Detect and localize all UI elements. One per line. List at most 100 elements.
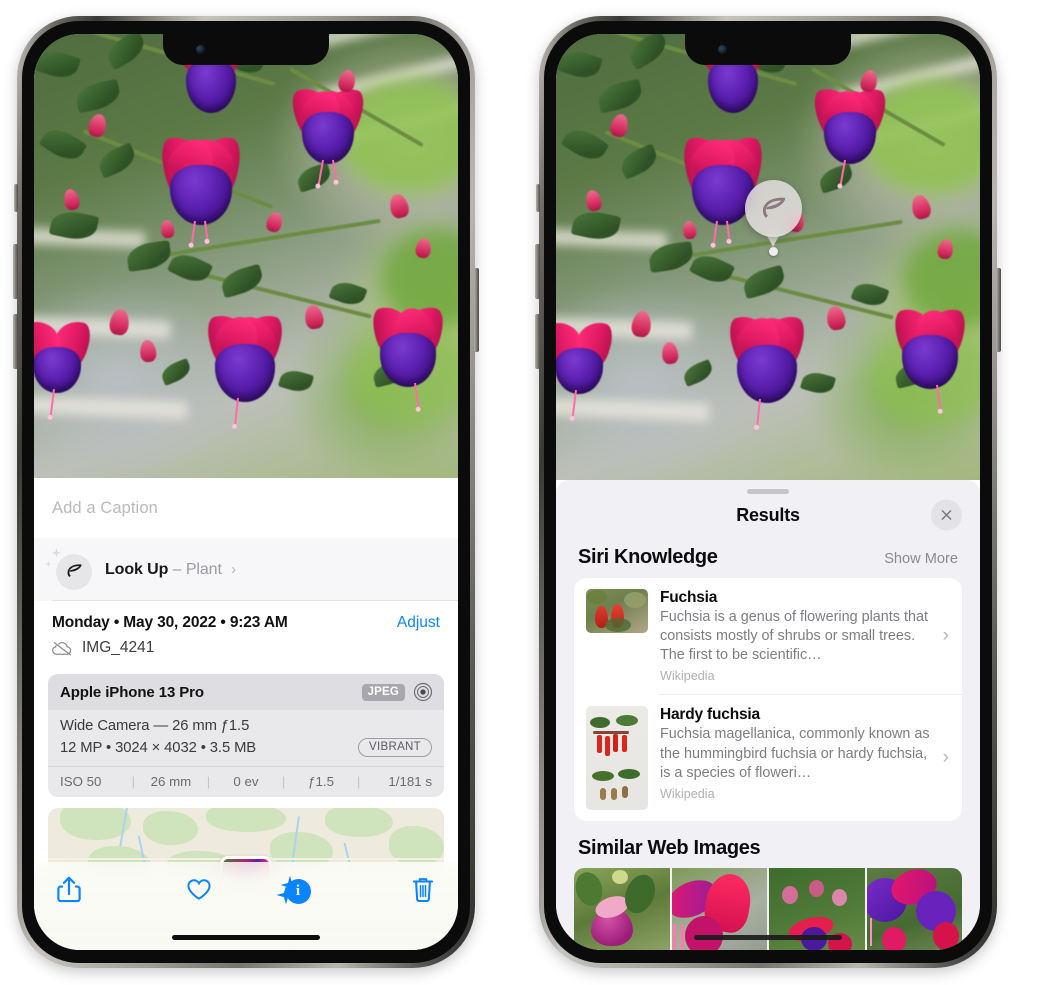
iphone-device-left: Add a Caption Look Up – Plant › Monday •… (13, 16, 479, 968)
camera-card-header: Apple iPhone 13 Pro JPEG (48, 674, 444, 710)
leaf-badge (56, 553, 92, 590)
camera-card-body: Wide Camera — 26 mm ƒ1.5 12 MP • 3024 × … (48, 710, 444, 766)
caption-input[interactable]: Add a Caption (52, 499, 158, 518)
volume-up-button-left[interactable] (13, 244, 18, 299)
photo-viewer-right[interactable] (556, 34, 980, 480)
look-up-label: Look Up – Plant › (105, 561, 236, 579)
flower-subject (187, 309, 303, 427)
notch-right (685, 34, 851, 65)
flower-subject (356, 302, 458, 410)
camera-device-name: Apple iPhone 13 Pro (60, 683, 204, 701)
show-more-button[interactable]: Show More (884, 551, 958, 567)
photo-metadata: Monday • May 30, 2022 • 9:23 AM Adjust I… (34, 601, 458, 661)
look-up-dash: – (172, 560, 182, 578)
results-sheet: Results Siri Knowledge Show More Fuchsia… (556, 480, 980, 950)
silent-switch-left[interactable] (14, 184, 18, 212)
heart-icon (186, 878, 211, 900)
adjust-button[interactable]: Adjust (397, 614, 440, 632)
photographic-style-chip: VIBRANT (358, 738, 432, 757)
volume-down-button-right[interactable] (535, 314, 540, 369)
exif-exposure: 0 ev (233, 774, 259, 789)
screenshot-stage: Add a Caption Look Up – Plant › Monday •… (0, 0, 1055, 985)
result-thumbnail (586, 589, 648, 633)
exif-shutter: 1/181 s (388, 774, 432, 789)
flower-subject (556, 317, 619, 419)
flower-subject (34, 316, 97, 417)
flower-subject (878, 303, 980, 411)
knowledge-source: Wikipedia (660, 786, 715, 801)
results-header: Results (556, 494, 980, 536)
look-up-icon-wrap (45, 547, 92, 590)
visual-look-up-anchor-dot (769, 247, 778, 256)
share-button[interactable] (56, 875, 151, 904)
side-power-button-left[interactable] (474, 268, 479, 352)
similar-image-item[interactable] (866, 868, 962, 950)
close-results-button[interactable] (931, 499, 962, 531)
look-up-subject: Plant (185, 560, 222, 578)
flower-subject (802, 82, 898, 188)
silent-switch-right[interactable] (536, 184, 540, 212)
photo-toolbar: i (34, 862, 458, 950)
knowledge-title: Fuchsia (660, 589, 718, 606)
exif-iso: ISO 50 (60, 774, 102, 789)
device-bezel-right: Results Siri Knowledge Show More Fuchsia… (544, 21, 992, 963)
siri-knowledge-header: Siri Knowledge Show More (556, 536, 980, 578)
flower-subject (709, 311, 825, 428)
knowledge-description: Fuchsia magellanica, commonly known as t… (660, 726, 930, 781)
iphone-device-right: Results Siri Knowledge Show More Fuchsia… (535, 16, 1001, 968)
siri-knowledge-card: Fuchsia Fuchsia is a genus of flowering … (574, 578, 962, 822)
visual-look-up-indicator[interactable] (745, 180, 802, 237)
notch-left (163, 34, 329, 65)
knowledge-source: Wikipedia (660, 669, 715, 684)
chevron-right-icon: › (231, 560, 237, 578)
sparkle-small-icon (45, 560, 52, 567)
info-badge-glyph: i (285, 879, 311, 904)
format-chip: JPEG (361, 683, 405, 701)
camera-info-card: Apple iPhone 13 Pro JPEG Wide Camera — 2… (48, 674, 444, 797)
volume-up-button-right[interactable] (535, 244, 540, 299)
chevron-right-icon: › (942, 747, 949, 769)
front-camera-icon (196, 45, 205, 54)
knowledge-row[interactable]: Hardy fuchsia Fuchsia magellanica, commo… (574, 695, 962, 821)
knowledge-row[interactable]: Fuchsia Fuchsia is a genus of flowering … (574, 578, 962, 694)
knowledge-description: Fuchsia is a genus of flowering plants t… (660, 609, 928, 664)
trash-icon (412, 877, 434, 902)
similar-images-header: Similar Web Images (556, 821, 980, 868)
home-indicator-right[interactable] (694, 935, 842, 940)
device-screen-left: Add a Caption Look Up – Plant › Monday •… (34, 34, 458, 950)
photo-date: Monday • May 30, 2022 • 9:23 AM (52, 614, 288, 631)
look-up-title: Look Up (105, 560, 169, 578)
knowledge-body: Hardy fuchsia Fuchsia magellanica, commo… (660, 706, 951, 800)
favorite-button[interactable] (151, 875, 246, 904)
exif-focal: 26 mm (150, 774, 192, 789)
leaf-icon (762, 197, 785, 218)
similar-image-item[interactable] (574, 868, 670, 950)
share-icon (57, 876, 81, 902)
device-bezel-left: Add a Caption Look Up – Plant › Monday •… (22, 21, 470, 963)
home-indicator-left[interactable] (172, 935, 320, 940)
flower-subject (136, 131, 266, 249)
device-screen-right: Results Siri Knowledge Show More Fuchsia… (556, 34, 980, 950)
chevron-right-icon: › (942, 625, 949, 647)
caption-field-row[interactable]: Add a Caption (34, 478, 458, 538)
knowledge-body: Fuchsia Fuchsia is a genus of flowering … (660, 589, 951, 683)
front-camera-icon (718, 45, 727, 54)
info-button[interactable]: i (246, 874, 341, 905)
side-power-button-right[interactable] (996, 268, 1001, 352)
exif-aperture: ƒ1.5 (308, 774, 335, 789)
section-title: Similar Web Images (578, 837, 761, 860)
leaf-icon (67, 564, 82, 578)
result-thumbnail (586, 706, 648, 811)
delete-button[interactable] (341, 875, 436, 904)
photo-info-sheet: Add a Caption Look Up – Plant › Monday •… (34, 478, 458, 950)
camera-lens-line: Wide Camera — 26 mm ƒ1.5 (60, 718, 250, 734)
exif-row: ISO 50 | 26 mm | 0 ev | ƒ1.5 | 1/181 s (48, 766, 444, 797)
look-up-row[interactable]: Look Up – Plant › (34, 538, 458, 601)
flower-subject (280, 82, 376, 188)
photo-filename: IMG_4241 (82, 639, 155, 656)
close-x-icon (941, 510, 952, 520)
photo-viewer-left[interactable] (34, 34, 458, 478)
section-title: Siri Knowledge (578, 546, 718, 568)
volume-down-button-left[interactable] (13, 314, 18, 369)
knowledge-title: Hardy fuchsia (660, 706, 760, 724)
